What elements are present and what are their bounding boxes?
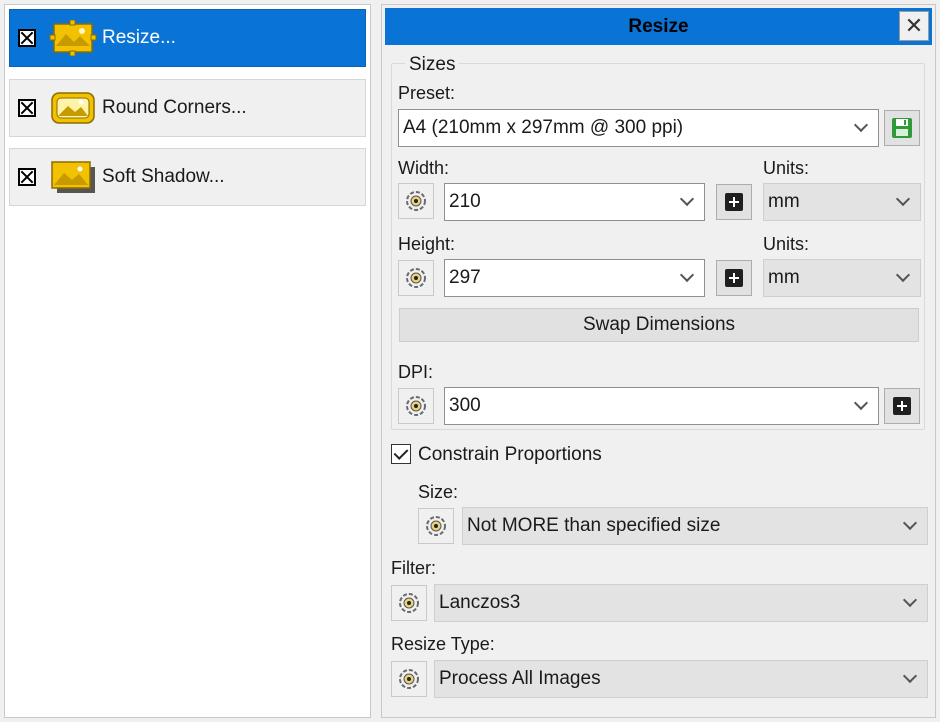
target-icon <box>399 669 419 689</box>
enable-checkbox-resize[interactable] <box>18 29 36 47</box>
dpi-input[interactable]: 300 <box>444 387 879 425</box>
round-corners-action-icon <box>51 92 95 124</box>
plus-icon <box>725 269 743 287</box>
height-input[interactable]: 297 <box>444 259 705 297</box>
soft-shadow-action-icon <box>51 161 95 193</box>
action-label: Round Corners... <box>102 97 247 118</box>
action-item-soft-shadow[interactable]: Soft Shadow... <box>9 148 366 206</box>
height-value: 297 <box>449 267 481 288</box>
filter-label: Filter: <box>391 558 436 578</box>
size-value: Not MORE than specified size <box>467 515 721 536</box>
filter-value: Lanczos3 <box>439 592 521 613</box>
chevron-down-icon <box>853 117 869 133</box>
swap-dimensions-button[interactable]: Swap Dimensions <box>399 308 919 342</box>
close-button[interactable]: ✕ <box>899 11 929 41</box>
target-icon <box>406 191 426 211</box>
resize-type-reset-button[interactable] <box>391 661 427 697</box>
preset-label: Preset: <box>398 83 456 103</box>
width-label: Width: <box>398 158 450 178</box>
height-units-label: Units: <box>763 234 810 254</box>
size-dropdown[interactable]: Not MORE than specified size <box>462 507 928 545</box>
preset-value: A4 (210mm x 297mm @ 300 ppi) <box>403 117 684 138</box>
height-label: Height: <box>398 234 456 254</box>
plus-icon <box>725 193 743 211</box>
chevron-down-icon <box>902 592 918 608</box>
height-reset-button[interactable] <box>398 260 434 296</box>
enable-checkbox-round-corners[interactable] <box>18 99 36 117</box>
size-reset-button[interactable] <box>418 508 454 544</box>
filter-dropdown[interactable]: Lanczos3 <box>434 584 928 622</box>
enable-checkbox-soft-shadow[interactable] <box>18 168 36 186</box>
chevron-down-icon <box>853 395 869 411</box>
width-units-value: mm <box>768 191 800 212</box>
resize-type-label: Resize Type: <box>391 634 495 654</box>
panel-title: Resize <box>628 15 689 37</box>
chevron-down-icon <box>902 515 918 531</box>
swap-dimensions-label: Swap Dimensions <box>582 314 736 335</box>
plus-icon <box>893 397 911 415</box>
dpi-add-button[interactable] <box>884 388 920 424</box>
target-icon <box>426 516 446 536</box>
filter-reset-button[interactable] <box>391 585 427 621</box>
width-units-dropdown[interactable]: mm <box>763 183 921 221</box>
resize-action-icon <box>49 20 97 56</box>
width-input[interactable]: 210 <box>444 183 705 221</box>
chevron-down-icon <box>895 267 911 283</box>
resize-type-dropdown[interactable]: Process All Images <box>434 660 928 698</box>
target-icon <box>406 396 426 416</box>
preset-dropdown[interactable]: A4 (210mm x 297mm @ 300 ppi) <box>398 109 879 147</box>
action-list: Resize... Round Corners... Soft Shadow..… <box>4 4 371 718</box>
panel-title-bar: Resize ✕ <box>385 8 932 45</box>
width-add-button[interactable] <box>716 184 752 220</box>
resize-settings-panel: Resize ✕ Sizes Preset: A4 (210mm x 297mm… <box>381 4 936 718</box>
dpi-reset-button[interactable] <box>398 388 434 424</box>
width-units-label: Units: <box>763 158 810 178</box>
close-icon: ✕ <box>904 13 924 38</box>
save-icon <box>892 118 912 138</box>
sizes-group: Sizes Preset: A4 (210mm x 297mm @ 300 pp… <box>391 54 925 430</box>
save-preset-button[interactable] <box>884 110 920 146</box>
chevron-down-icon <box>895 191 911 207</box>
resize-type-value: Process All Images <box>439 668 601 689</box>
sizes-group-title: Sizes <box>405 54 460 76</box>
chevron-down-icon <box>679 267 695 283</box>
size-label: Size: <box>418 482 459 502</box>
action-label: Resize... <box>102 27 176 48</box>
chevron-down-icon <box>902 668 918 684</box>
action-label: Soft Shadow... <box>102 166 225 187</box>
constrain-proportions-label: Constrain Proportions <box>418 444 602 465</box>
constrain-proportions-checkbox[interactable] <box>391 444 411 464</box>
chevron-down-icon <box>679 191 695 207</box>
width-value: 210 <box>449 191 481 212</box>
dpi-label: DPI: <box>398 362 434 382</box>
dpi-value: 300 <box>449 395 481 416</box>
height-add-button[interactable] <box>716 260 752 296</box>
target-icon <box>406 268 426 288</box>
height-units-dropdown[interactable]: mm <box>763 259 921 297</box>
action-item-resize[interactable]: Resize... <box>9 9 366 67</box>
action-item-round-corners[interactable]: Round Corners... <box>9 79 366 137</box>
target-icon <box>399 593 419 613</box>
height-units-value: mm <box>768 267 800 288</box>
width-reset-button[interactable] <box>398 183 434 219</box>
